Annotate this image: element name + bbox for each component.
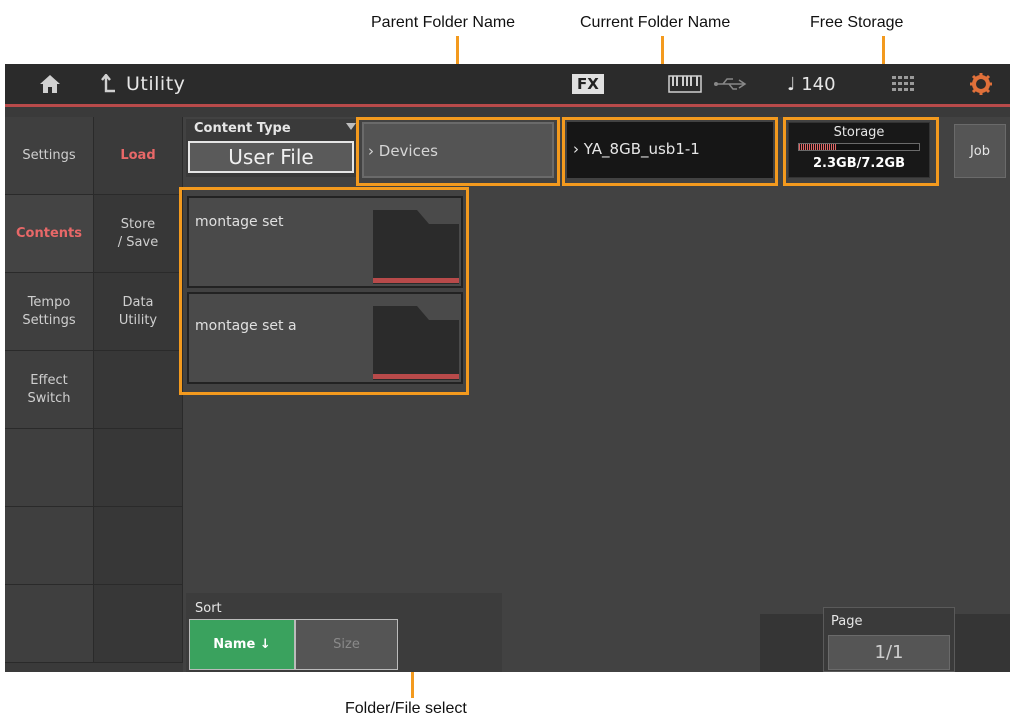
current-folder-display: › YA_8GB_usb1-1 <box>567 122 773 178</box>
main-menu: Settings Contents Tempo Settings Effect … <box>5 117 94 663</box>
submenu-store-save[interactable]: Store / Save <box>94 195 183 273</box>
gear-icon[interactable] <box>970 64 992 104</box>
fx-label: FX <box>572 74 604 94</box>
menu-tempo-settings[interactable]: Tempo Settings <box>5 273 94 351</box>
menu-empty-1 <box>5 429 94 507</box>
folder-item-name: montage set <box>195 214 284 230</box>
current-folder-name: › YA_8GB_usb1-1 <box>573 140 700 158</box>
parent-arrow-icon[interactable] <box>100 64 116 104</box>
sort-label: Sort <box>195 601 222 616</box>
menu-effect-switch[interactable]: Effect Switch <box>5 351 94 429</box>
submenu-load[interactable]: Load <box>94 117 183 195</box>
sub-menu: Load Store / Save Data Utility <box>94 117 183 663</box>
page-value: 1/1 <box>874 642 904 663</box>
grid-icon[interactable] <box>892 64 914 104</box>
menu-settings[interactable]: Settings <box>5 117 94 195</box>
page-left-slot <box>760 614 823 672</box>
submenu-empty-3 <box>94 507 183 585</box>
submenu-empty-4 <box>94 585 183 663</box>
fx-badge[interactable]: FX <box>572 64 604 104</box>
storage-meter <box>798 143 920 151</box>
menu-contents[interactable]: Contents <box>5 195 94 273</box>
folder-icon <box>373 210 459 284</box>
submenu-data-utility[interactable]: Data Utility <box>94 273 183 351</box>
folder-item[interactable]: montage set a <box>187 292 463 384</box>
storage-display: Storage 2.3GB/7.2GB <box>788 122 930 178</box>
content-type-value: User File <box>188 141 354 173</box>
folder-item[interactable]: montage set <box>187 196 463 288</box>
page-label: Page <box>831 614 863 629</box>
sort-name-button[interactable]: Name ↓ <box>189 619 295 670</box>
synth-display: Utility FX ♩ 140 Settings Contents Tempo… <box>5 64 1010 672</box>
submenu-empty-2 <box>94 429 183 507</box>
top-bar-divider <box>5 104 1010 107</box>
dropdown-triangle-icon <box>346 123 356 130</box>
folder-file-select-callout: Folder/File select <box>345 700 467 717</box>
submenu-empty-1 <box>94 351 183 429</box>
parent-folder-name: › Devices <box>368 142 438 160</box>
parent-folder-button[interactable]: › Devices <box>362 122 554 178</box>
storage-meter-fill <box>799 144 838 150</box>
folder-icon <box>373 306 459 380</box>
job-button[interactable]: Job <box>954 124 1006 178</box>
storage-value: 2.3GB/7.2GB <box>813 156 905 171</box>
menu-empty-3 <box>5 585 94 663</box>
page-right-slot <box>955 614 1010 672</box>
menu-empty-2 <box>5 507 94 585</box>
tempo-display[interactable]: ♩ 140 <box>787 64 836 104</box>
folder-item-name: montage set a <box>195 318 297 334</box>
home-icon[interactable] <box>39 64 61 104</box>
current-folder-callout: Current Folder Name <box>580 14 731 31</box>
parent-folder-callout: Parent Folder Name <box>371 14 516 31</box>
page-indicator[interactable]: Page 1/1 <box>823 607 955 672</box>
storage-label: Storage <box>833 125 885 140</box>
content-type-selector[interactable]: Content Type User File <box>186 119 358 177</box>
usb-icon <box>713 64 747 104</box>
top-bar: Utility FX ♩ 140 <box>5 64 1010 104</box>
free-storage-callout: Free Storage <box>810 14 904 31</box>
page-value-box: 1/1 <box>828 635 950 670</box>
sort-size-button[interactable]: Size <box>295 619 398 670</box>
content-type-label: Content Type <box>194 121 291 136</box>
screen-title: Utility <box>126 73 186 95</box>
sort-panel: Sort Name ↓ Size <box>186 593 502 672</box>
keyboard-icon <box>668 64 702 104</box>
